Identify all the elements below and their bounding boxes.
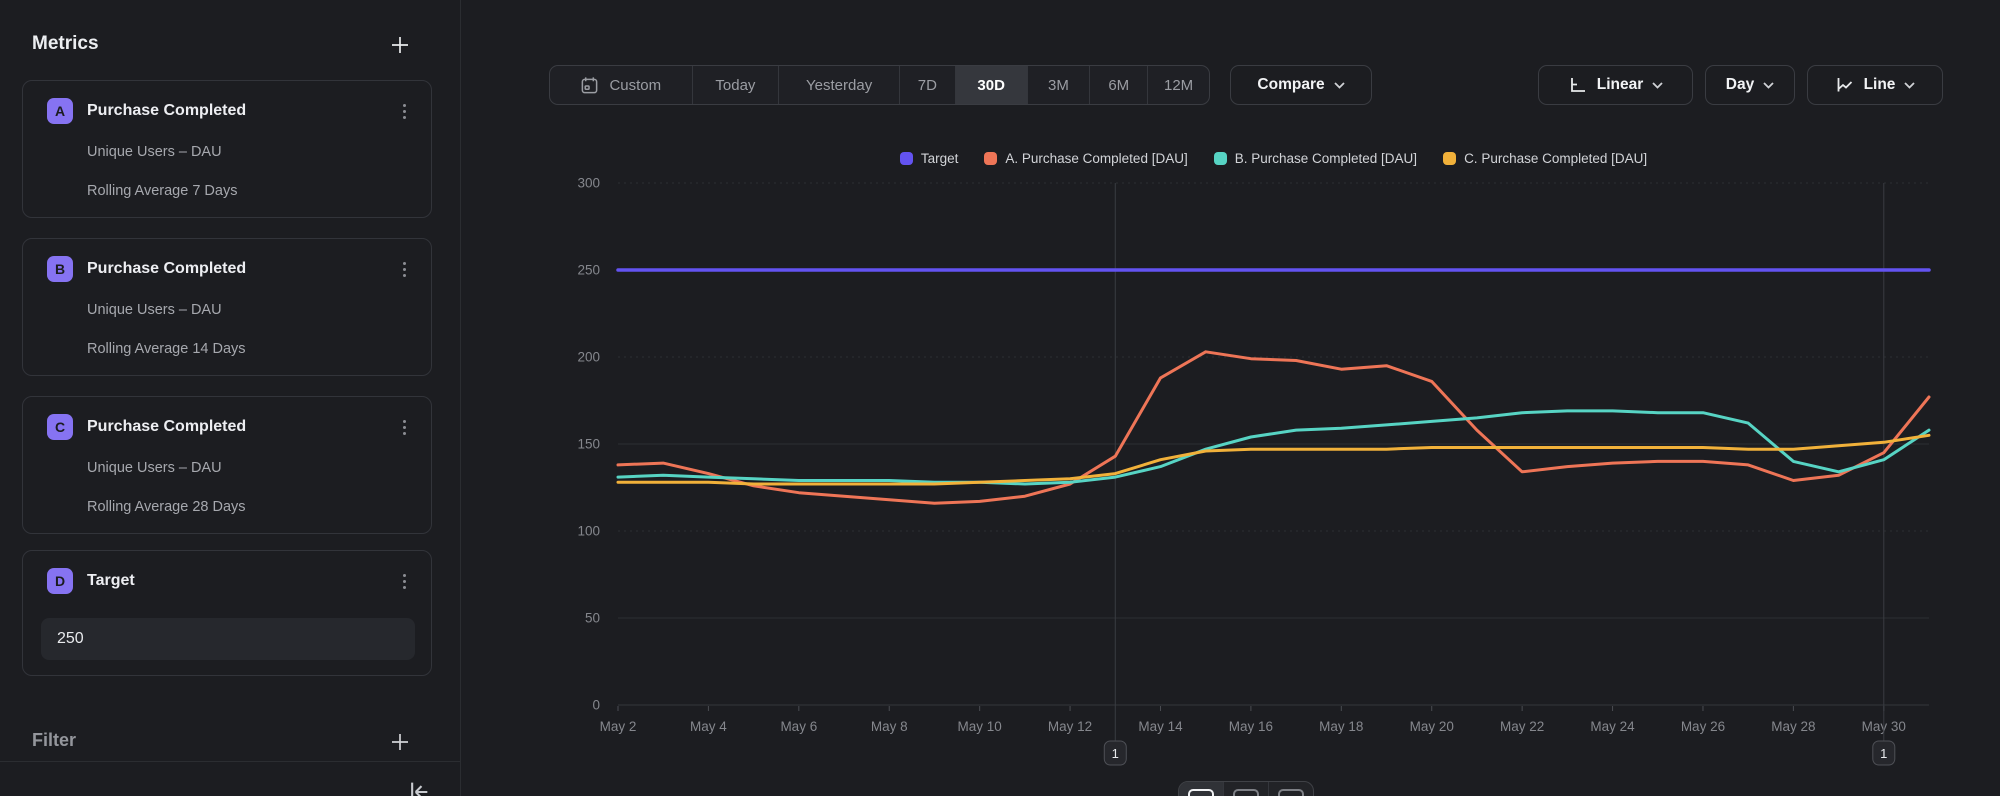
add-metric-button[interactable] bbox=[388, 33, 412, 57]
plus-icon bbox=[388, 33, 412, 57]
metric-badge-b: B bbox=[47, 256, 73, 282]
metric-badge-c: C bbox=[47, 414, 73, 440]
annotation-marker-label: 1 bbox=[1112, 746, 1119, 761]
metrics-sidebar: Metrics A Purchase Completed Unique User… bbox=[0, 0, 461, 796]
y-axis-tick-label: 250 bbox=[577, 263, 600, 278]
x-axis-tick-label: May 18 bbox=[1319, 719, 1363, 734]
plus-icon bbox=[388, 730, 412, 754]
sidebar-title: Metrics bbox=[32, 33, 99, 55]
y-axis-tick-label: 0 bbox=[592, 698, 600, 713]
chart-type-mini-toggle bbox=[1178, 781, 1314, 796]
line-chart[interactable]: 0 50 100 150 200 250 300 May 2 May 4 May 6 May 8 Ma… bbox=[461, 0, 2000, 796]
x-axis-tick-label: May 26 bbox=[1681, 719, 1725, 734]
metric-badge-a: A bbox=[47, 98, 73, 124]
metric-card-c[interactable]: C Purchase Completed Unique Users – DAU … bbox=[22, 396, 432, 534]
metric-title: Purchase Completed bbox=[87, 260, 246, 278]
metric-rolling-average: Rolling Average 28 Days bbox=[87, 499, 246, 515]
chart-thumbnail-icon bbox=[1278, 789, 1304, 796]
metric-title: Purchase Completed bbox=[87, 102, 246, 120]
kebab-menu-icon[interactable] bbox=[393, 568, 415, 594]
target-card[interactable]: D Target bbox=[22, 550, 432, 676]
metric-rolling-average: Rolling Average 7 Days bbox=[87, 183, 237, 199]
chart-thumbnail-icon bbox=[1188, 789, 1214, 796]
x-axis-tick-label: May 20 bbox=[1410, 719, 1454, 734]
collapse-left-icon bbox=[404, 778, 432, 796]
sidebar-divider bbox=[0, 761, 460, 762]
kebab-menu-icon[interactable] bbox=[393, 414, 415, 440]
x-axis-tick-label: May 12 bbox=[1048, 719, 1092, 734]
x-axis-tick-label: May 4 bbox=[690, 719, 727, 734]
collapse-sidebar-button[interactable] bbox=[404, 778, 432, 796]
x-axis-tick-label: May 8 bbox=[871, 719, 908, 734]
x-axis-tick-label: May 16 bbox=[1229, 719, 1273, 734]
annotation-marker-label: 1 bbox=[1880, 746, 1887, 761]
add-filter-button[interactable] bbox=[388, 730, 412, 754]
x-axis-tick-label: May 6 bbox=[780, 719, 817, 734]
x-axis-tick-label: May 14 bbox=[1138, 719, 1183, 734]
chart-thumbnail-icon bbox=[1233, 789, 1259, 796]
y-axis-tick-label: 100 bbox=[577, 524, 600, 539]
metric-measure: Unique Users – DAU bbox=[87, 460, 222, 476]
mini-chart-option-2[interactable] bbox=[1224, 782, 1269, 796]
x-axis-tick-label: May 24 bbox=[1590, 719, 1635, 734]
metric-measure: Unique Users – DAU bbox=[87, 302, 222, 318]
x-axis-tick-label: May 10 bbox=[958, 719, 1002, 734]
filter-section-title: Filter bbox=[32, 730, 76, 751]
kebab-menu-icon[interactable] bbox=[393, 98, 415, 124]
kebab-menu-icon[interactable] bbox=[393, 256, 415, 282]
metrics-dashboard: Metrics A Purchase Completed Unique User… bbox=[0, 0, 2000, 796]
target-title: Target bbox=[87, 572, 135, 590]
metric-title: Purchase Completed bbox=[87, 418, 246, 436]
y-axis-tick-label: 300 bbox=[577, 176, 600, 191]
target-value-input[interactable] bbox=[41, 618, 415, 660]
y-axis-tick-label: 50 bbox=[585, 611, 600, 626]
x-axis-tick-label: May 28 bbox=[1771, 719, 1815, 734]
x-axis-tick-label: May 22 bbox=[1500, 719, 1544, 734]
metric-measure: Unique Users – DAU bbox=[87, 144, 222, 160]
metric-badge-d: D bbox=[47, 568, 73, 594]
series-line-c bbox=[618, 435, 1929, 484]
metric-rolling-average: Rolling Average 14 Days bbox=[87, 341, 246, 357]
mini-chart-option-1[interactable] bbox=[1179, 782, 1224, 796]
y-axis-tick-label: 150 bbox=[577, 437, 600, 452]
y-axis-tick-label: 200 bbox=[577, 350, 600, 365]
metric-card-a[interactable]: A Purchase Completed Unique Users – DAU … bbox=[22, 80, 432, 218]
mini-chart-option-3[interactable] bbox=[1269, 782, 1313, 796]
chart-panel: Custom Today Yesterday 7D 30D 3M 6M 12M … bbox=[461, 0, 2000, 796]
x-axis-tick-label: May 2 bbox=[600, 719, 637, 734]
metric-card-b[interactable]: B Purchase Completed Unique Users – DAU … bbox=[22, 238, 432, 376]
